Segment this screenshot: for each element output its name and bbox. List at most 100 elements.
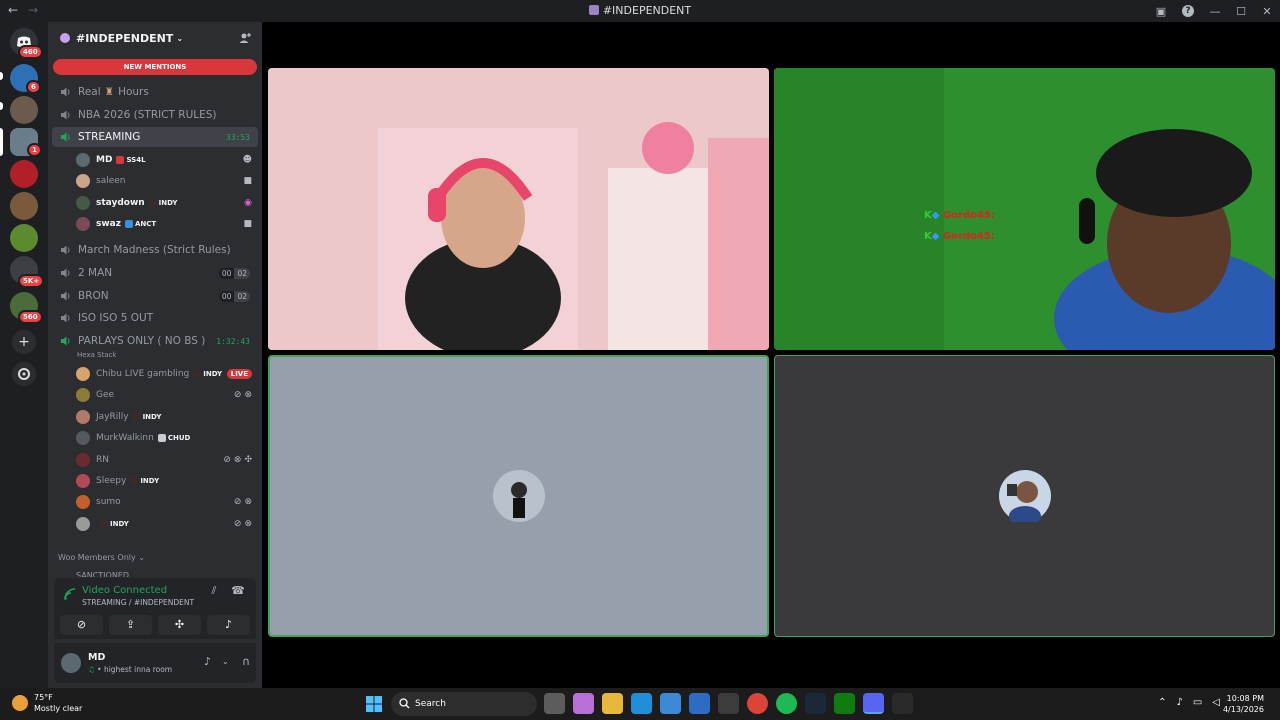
server-independent[interactable]: 1 [10,128,42,157]
live-badge: LIVE [226,369,252,379]
channel-2-man[interactable]: 2 MAN 00 02 [52,263,258,283]
chevron-down-icon: ⌄ [138,553,145,562]
deafened-icon: ⊗ [244,390,252,400]
server-8[interactable]: 5K+ [10,256,45,288]
voice-user[interactable]: INDY ⊘ ⊗ [76,514,258,534]
unread-indicator [0,72,3,80]
server-2[interactable]: 6 [10,64,41,94]
server-6[interactable] [10,192,38,220]
channel-parlays[interactable]: PARLAYS ONLY ( NO BS ) 1:32:43 [52,331,258,351]
video-tile-user-1[interactable] [268,68,769,350]
server-5[interactable] [10,160,38,188]
voice-user[interactable]: staydown INDY ◉ [76,193,258,213]
voice-user[interactable]: MD SS4L ☻ [76,150,258,170]
clan-tag: INDY [132,413,161,421]
category-woo-members[interactable]: Woo Members Only ⌄ [58,553,145,562]
server-7[interactable] [10,224,38,252]
home-badge: 460 [18,45,43,59]
disconnect-icon[interactable]: ☎ [230,584,246,600]
voice-channel-path[interactable]: STREAMING / #INDEPENDENT [82,598,194,607]
windows-start-icon[interactable] [366,696,382,712]
headphones-icon[interactable]: ∩ [242,655,250,668]
speaker-icon [61,313,70,323]
file-explorer-icon[interactable] [602,693,623,714]
soundboard-button[interactable]: ♪ [207,615,250,635]
speaker-icon [61,110,70,120]
tray-overflow-icon[interactable]: ⌃ [1158,697,1166,708]
weather-widget[interactable]: 75°F Mostly clear [12,692,82,714]
channel-streaming[interactable]: STREAMING 33:53 [52,127,258,147]
spotify-icon[interactable] [776,693,797,714]
voice-user[interactable]: MurkWalkinn CHUD [76,428,258,448]
steam-icon[interactable] [805,693,826,714]
server-3[interactable] [10,96,38,124]
minimize-button[interactable]: — [1202,5,1228,18]
guild-header[interactable]: #INDEPENDENT ⌄ [48,22,262,54]
deafened-icon: ⊗ [233,455,242,465]
voice-user[interactable]: swaz ANCT ■ [76,214,258,234]
voice-user[interactable]: RN ⊘ ⊗ ✣ [76,450,258,470]
screen-share-button[interactable]: ⇪ [109,615,152,635]
channel-real-hours[interactable]: Real ♜ Hours [52,82,258,102]
mic-options-chevron-icon[interactable]: ⌄ [222,657,229,666]
discover-button[interactable] [12,362,36,386]
unread-indicator [0,102,3,110]
volume-icon[interactable]: ◁ [1212,697,1220,708]
display-icon[interactable]: ▭ [1193,697,1202,708]
task-view-icon[interactable] [544,693,565,714]
avatar [76,174,90,188]
video-tile-user-4[interactable] [774,355,1275,637]
microphone-tray-icon[interactable]: ♪ [1176,697,1182,708]
server-badge: 6 [26,80,41,94]
deafened-icon: ⊗ [244,519,252,529]
add-member-icon[interactable] [238,31,252,45]
voice-user[interactable]: Chibu LIVE gambling INDY LIVE [76,364,258,384]
camera-icon: ■ [243,176,252,186]
store-icon[interactable] [660,693,681,714]
voice-connected-label: Video Connected [82,585,168,596]
user-limit-badge: 00 02 [218,267,250,279]
outlook-icon[interactable] [689,693,710,714]
avatar[interactable] [61,653,81,673]
server-9[interactable]: 560 [10,292,43,324]
close-button[interactable]: ✕ [1254,5,1280,18]
video-tile-user-3[interactable] [268,355,769,637]
voice-user[interactable]: saleen ■ [76,171,258,191]
noise-suppression-icon[interactable]: ⫽ [206,584,222,600]
call-timer: 1:32:43 [216,336,250,346]
channel-bron[interactable]: BRON 00 02 [52,286,258,306]
app-icon[interactable] [718,693,739,714]
voice-user[interactable]: Sleepy INDY [76,471,258,491]
add-server-button[interactable]: + [12,330,36,354]
channel-iso[interactable]: ISO ISO 5 OUT [52,308,258,328]
voice-user[interactable]: sumo ⊘ ⊗ [76,492,258,512]
channel-march-madness[interactable]: March Madness (Strict Rules) [52,240,258,260]
taskbar-clock[interactable]: 10:08 PM 4/13/2026 [1223,693,1264,715]
voice-user[interactable]: Gee ⊘ ⊗ [76,385,258,405]
inbox-icon[interactable]: ▣ [1148,5,1174,18]
category-sanctioned[interactable]: SANCTIONED [76,571,129,577]
epic-games-icon[interactable] [892,693,913,714]
new-mentions-button[interactable]: NEW MENTIONS [53,59,257,75]
microphone-icon[interactable]: ♪ [204,655,211,668]
video-tile-user-2[interactable]: K◆ Gordo45: K◆ Gordo45: [774,68,1275,350]
chrome-icon[interactable] [747,693,768,714]
avatar [76,474,90,488]
copilot-icon[interactable] [573,693,594,714]
discord-taskbar-icon[interactable] [863,693,884,714]
signal-icon[interactable] [63,587,77,601]
maximize-button[interactable]: ☐ [1228,5,1254,18]
voice-user[interactable]: JayRilly INDY [76,407,258,427]
camera-off-button[interactable]: ⊘ [60,615,103,635]
xbox-icon[interactable] [834,693,855,714]
search-icon [399,698,410,709]
video-feed [774,68,1275,350]
avatar [76,367,90,381]
activities-button[interactable]: ✣ [158,615,201,635]
channel-nba[interactable]: NBA 2026 (STRICT RULES) [52,105,258,125]
muted-icon: ⊘ [223,455,231,465]
edge-icon[interactable] [631,693,652,714]
home-button[interactable]: 460 [10,28,43,59]
help-icon[interactable]: ? [1182,5,1194,17]
taskbar-search[interactable]: Search [391,692,537,716]
